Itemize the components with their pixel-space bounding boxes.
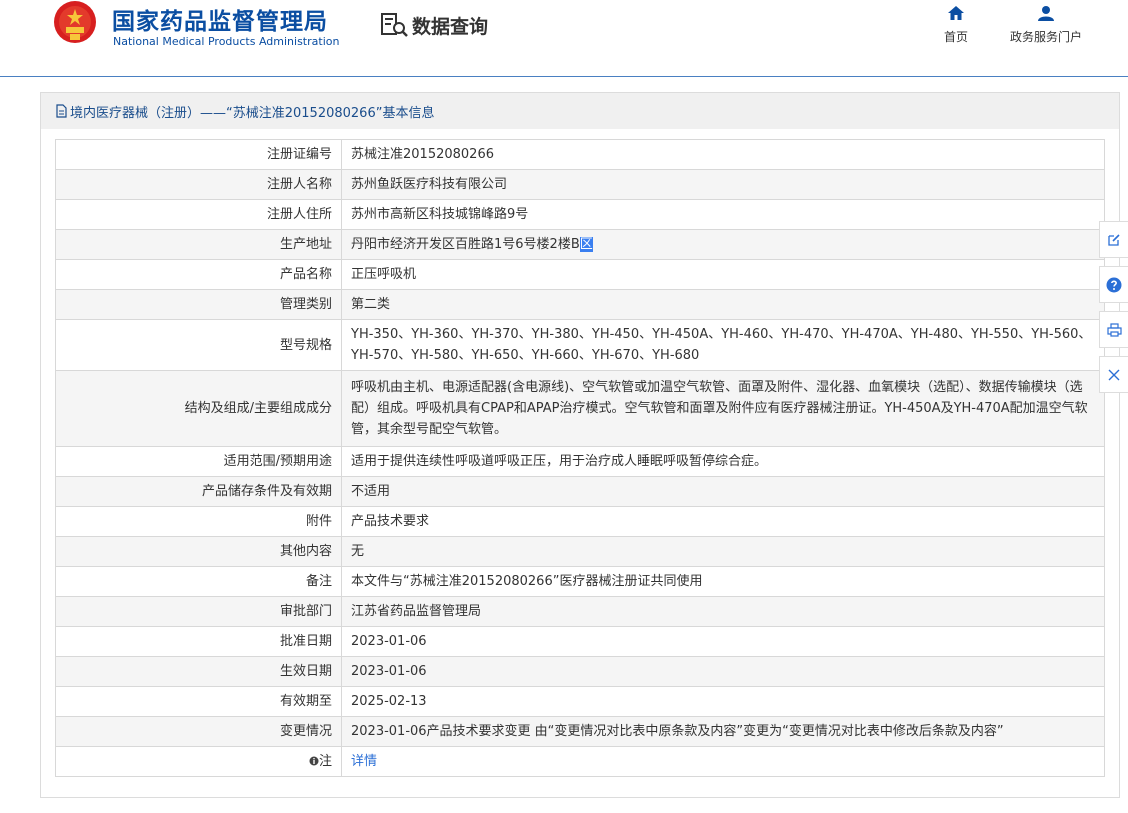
row-label: 注册人名称	[55, 169, 342, 200]
nav-home[interactable]: 首页	[936, 5, 976, 45]
table-row: 注册证编号 苏械注准20152080266	[55, 139, 1105, 170]
row-label: 附件	[55, 506, 342, 537]
row-label: 产品名称	[55, 259, 342, 290]
table-row: 结构及组成/主要组成成分 呼吸机由主机、电源适配器(含电源线)、空气软管或加温空…	[55, 370, 1105, 447]
row-label: 变更情况	[55, 716, 342, 747]
row-label: 注册证编号	[55, 139, 342, 170]
row-value: YH-350、YH-360、YH-370、YH-380、YH-450、YH-45…	[341, 319, 1105, 371]
table-row: 注 详情	[55, 746, 1105, 777]
org-name-cn: 国家药品监督管理局	[112, 9, 328, 35]
header-divider	[0, 76, 1128, 77]
table-row: 注册人住所 苏州市高新区科技城锦峰路9号	[55, 199, 1105, 230]
table-row: 产品名称 正压呼吸机	[55, 259, 1105, 290]
nav-gov-label: 政务服务门户	[1009, 30, 1082, 44]
row-label: 产品储存条件及有效期	[55, 476, 342, 507]
home-icon	[948, 6, 964, 20]
table-row: 变更情况 2023-01-06产品技术要求变更 由“变更情况对比表中原条款及内容…	[55, 716, 1105, 747]
row-value: 呼吸机由主机、电源适配器(含电源线)、空气软管或加温空气软管、面罩及附件、湿化器…	[341, 370, 1105, 447]
close-icon	[1108, 369, 1120, 380]
table-row: 适用范围/预期用途 适用于提供连续性呼吸道呼吸正压，用于治疗成人睡眠呼吸暂停综合…	[55, 446, 1105, 477]
row-label: 审批部门	[55, 596, 342, 627]
table-row: 生产地址 丹阳市经济开发区百胜路1号6号楼2楼B区	[55, 229, 1105, 260]
help-icon	[1106, 277, 1122, 292]
table-row: 注册人名称 苏州鱼跃医疗科技有限公司	[55, 169, 1105, 200]
row-value: 第二类	[341, 289, 1105, 320]
row-value: 2025-02-13	[341, 686, 1105, 717]
row-label: 管理类别	[55, 289, 342, 320]
row-label: 结构及组成/主要组成成分	[55, 370, 342, 447]
table-row: 备注 本文件与“苏械注准20152080266”医疗器械注册证共同使用	[55, 566, 1105, 597]
info-table: 注册证编号 苏械注准20152080266 注册人名称 苏州鱼跃医疗科技有限公司…	[55, 139, 1105, 777]
row-label: 批准日期	[55, 626, 342, 657]
row-label: 注	[55, 746, 342, 777]
side-close-button[interactable]	[1099, 356, 1128, 393]
org-name-en: National Medical Products Administration	[113, 35, 340, 48]
info-icon	[309, 756, 319, 766]
table-row: 审批部门 江苏省药品监督管理局	[55, 596, 1105, 627]
row-label: 其他内容	[55, 536, 342, 567]
row-label: 生产地址	[55, 229, 342, 260]
row-value: 无	[341, 536, 1105, 567]
row-value: 适用于提供连续性呼吸道呼吸正压，用于治疗成人睡眠呼吸暂停综合症。	[341, 446, 1105, 477]
search-document-icon	[381, 13, 408, 37]
panel-header: 境内医疗器械（注册）——“苏械注准20152080266”基本信息	[41, 93, 1119, 129]
row-value: 不适用	[341, 476, 1105, 507]
row-label: 型号规格	[55, 319, 342, 371]
row-label: 注册人住所	[55, 199, 342, 230]
selected-text: 区	[579, 237, 593, 252]
data-query-title: 数据查询	[380, 10, 488, 40]
nav-home-label: 首页	[943, 30, 968, 44]
row-value: 2023-01-06	[341, 656, 1105, 687]
row-label: 有效期至	[55, 686, 342, 717]
side-edit-button[interactable]	[1099, 221, 1128, 258]
side-help-button[interactable]	[1099, 266, 1128, 303]
row-label: 生效日期	[55, 656, 342, 687]
row-value: 丹阳市经济开发区百胜路1号6号楼2楼B区	[341, 229, 1105, 260]
row-label: 适用范围/预期用途	[55, 446, 342, 477]
row-value-text: 丹阳市经济开发区百胜路1号6号楼2楼B	[351, 237, 580, 252]
table-row: 其他内容 无	[55, 536, 1105, 567]
row-value: 苏州鱼跃医疗科技有限公司	[341, 169, 1105, 200]
details-link[interactable]: 详情	[351, 754, 377, 769]
row-value: 苏州市高新区科技城锦峰路9号	[341, 199, 1105, 230]
basic-info-panel: 境内医疗器械（注册）——“苏械注准20152080266”基本信息 注册证编号 …	[40, 92, 1120, 798]
row-value: 2023-01-06产品技术要求变更 由“变更情况对比表中原条款及内容”变更为“…	[341, 716, 1105, 747]
site-header: 国家药品监督管理局 National Medical Products Admi…	[0, 0, 1128, 76]
table-row: 产品储存条件及有效期 不适用	[55, 476, 1105, 507]
row-value: 苏械注准20152080266	[341, 139, 1105, 170]
row-value: 2023-01-06	[341, 626, 1105, 657]
table-row: 型号规格 YH-350、YH-360、YH-370、YH-380、YH-450、…	[55, 319, 1105, 371]
row-value: 本文件与“苏械注准20152080266”医疗器械注册证共同使用	[341, 566, 1105, 597]
row-value: 江苏省药品监督管理局	[341, 596, 1105, 627]
user-icon	[1038, 6, 1054, 21]
national-emblem-icon	[54, 1, 96, 43]
table-row: 生效日期 2023-01-06	[55, 656, 1105, 687]
row-value: 详情	[341, 746, 1105, 777]
nav-gov-service-portal[interactable]: 政务服务门户	[1004, 5, 1088, 45]
row-value: 产品技术要求	[341, 506, 1105, 537]
print-icon	[1106, 322, 1122, 337]
data-query-label: 数据查询	[412, 15, 489, 38]
row-value: 正压呼吸机	[341, 259, 1105, 290]
edit-icon	[1108, 233, 1120, 246]
side-print-button[interactable]	[1099, 311, 1128, 348]
document-icon	[56, 104, 67, 118]
table-row: 有效期至 2025-02-13	[55, 686, 1105, 717]
table-row: 附件 产品技术要求	[55, 506, 1105, 537]
table-row: 管理类别 第二类	[55, 289, 1105, 320]
table-row: 批准日期 2023-01-06	[55, 626, 1105, 657]
note-label: 注	[318, 754, 332, 769]
row-label: 备注	[55, 566, 342, 597]
panel-title: 境内医疗器械（注册）——“苏械注准20152080266”基本信息	[70, 105, 435, 121]
